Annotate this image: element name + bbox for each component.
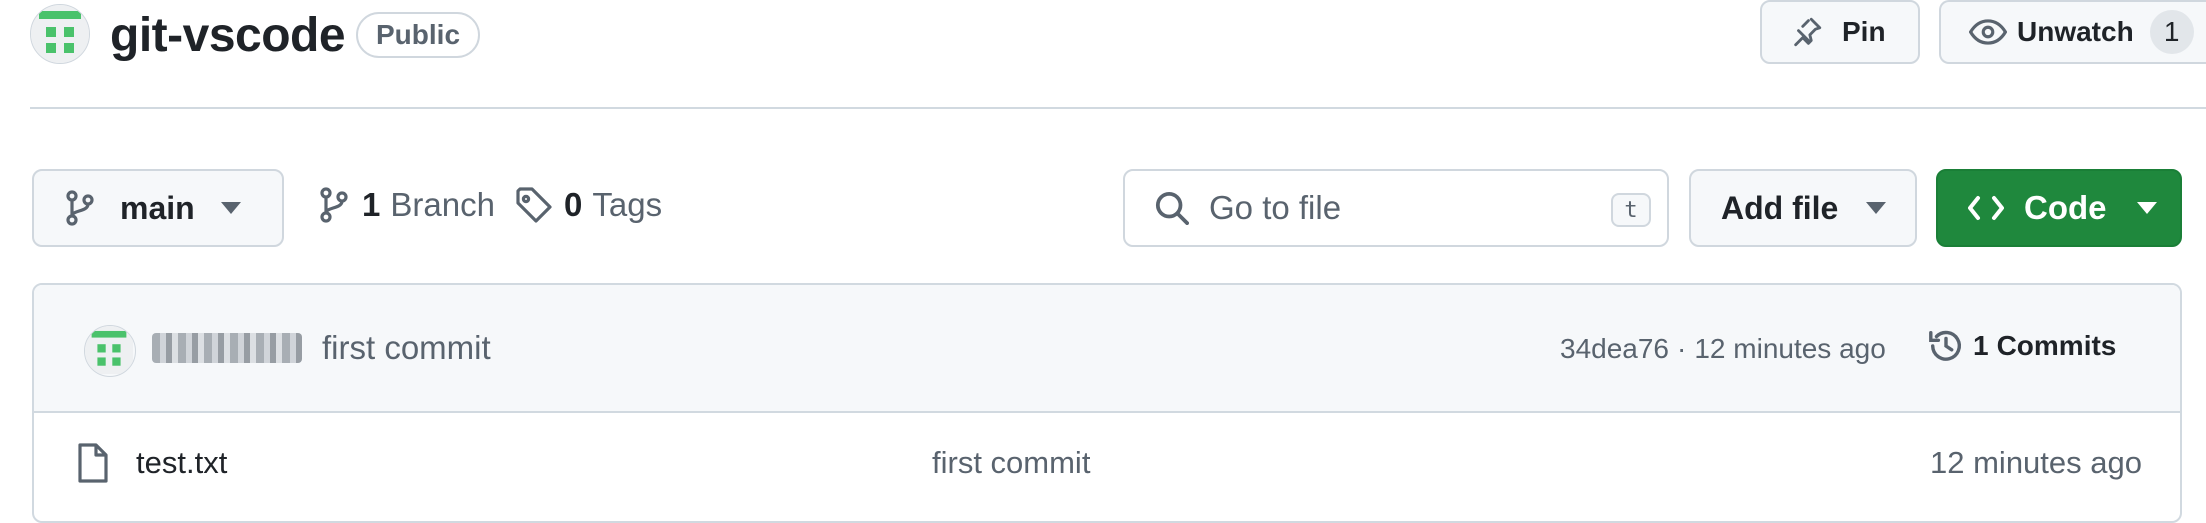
search-placeholder: Go to file <box>1209 189 1342 226</box>
commit-hash[interactable]: 34dea76 <box>1560 333 1669 365</box>
commit-message[interactable]: first commit <box>322 329 491 367</box>
code-icon <box>1968 193 2004 223</box>
author-name-redacted[interactable] <box>152 333 302 363</box>
code-button[interactable]: Code <box>1936 169 2182 247</box>
file-icon <box>76 443 108 488</box>
repo-name[interactable]: git-vscode <box>110 2 346 70</box>
history-icon <box>1927 327 1965 365</box>
author-avatar[interactable] <box>84 325 136 377</box>
commits-link[interactable]: 1 Commits <box>1927 327 2116 365</box>
repo-owner-avatar[interactable] <box>30 4 90 64</box>
add-file-button[interactable]: Add file <box>1689 169 1917 247</box>
visibility-badge: Public <box>356 12 481 58</box>
chevron-down-icon <box>2136 202 2157 214</box>
tag-count: 0 <box>564 186 583 223</box>
branches-link[interactable]: 1 Branch <box>318 186 495 224</box>
unwatch-button[interactable]: Unwatch 1 <box>1939 0 2206 64</box>
keyboard-shortcut-hint: t <box>1611 193 1651 227</box>
latest-commit-bar: first commit 34dea76 · 12 minutes ago 1 … <box>34 285 2180 413</box>
pin-icon <box>1790 15 1824 49</box>
table-row[interactable]: test.txt first commit 12 minutes ago <box>34 413 2180 519</box>
file-name[interactable]: test.txt <box>136 445 227 481</box>
commits-label: Commits <box>1996 330 2117 361</box>
branch-name: main <box>120 189 195 226</box>
eye-icon <box>1969 17 2007 47</box>
search-icon <box>1155 191 1189 225</box>
pin-label: Pin <box>1842 16 1886 47</box>
separator-dot: · <box>1677 333 1687 364</box>
go-to-file-search[interactable]: Go to file t <box>1123 169 1669 247</box>
pin-button[interactable]: Pin <box>1760 0 1920 64</box>
header-divider <box>30 107 2206 109</box>
file-updated-time: 12 minutes ago <box>1930 445 2142 480</box>
commits-count: 1 <box>1973 330 1989 361</box>
git-branch-icon <box>318 187 350 223</box>
unwatch-label: Unwatch <box>2017 16 2134 47</box>
branch-label: Branch <box>390 186 495 223</box>
add-file-label: Add file <box>1721 189 1839 226</box>
tag-label: Tags <box>592 186 663 223</box>
branch-select-button[interactable]: main <box>32 169 284 247</box>
code-label: Code <box>2024 189 2107 226</box>
watch-count: 1 <box>2149 10 2194 54</box>
branch-count: 1 <box>362 186 381 223</box>
commit-time: 12 minutes ago <box>1694 333 1886 364</box>
file-table: first commit 34dea76 · 12 minutes ago 1 … <box>32 283 2182 523</box>
chevron-down-icon <box>1866 202 1887 214</box>
git-branch-icon <box>64 190 96 226</box>
commit-meta: 34dea76 · 12 minutes ago <box>1560 333 1886 365</box>
file-commit-message[interactable]: first commit <box>932 445 1090 481</box>
tags-link[interactable]: 0 Tags <box>516 186 662 224</box>
chevron-down-icon <box>220 202 241 214</box>
tag-icon <box>516 187 552 223</box>
